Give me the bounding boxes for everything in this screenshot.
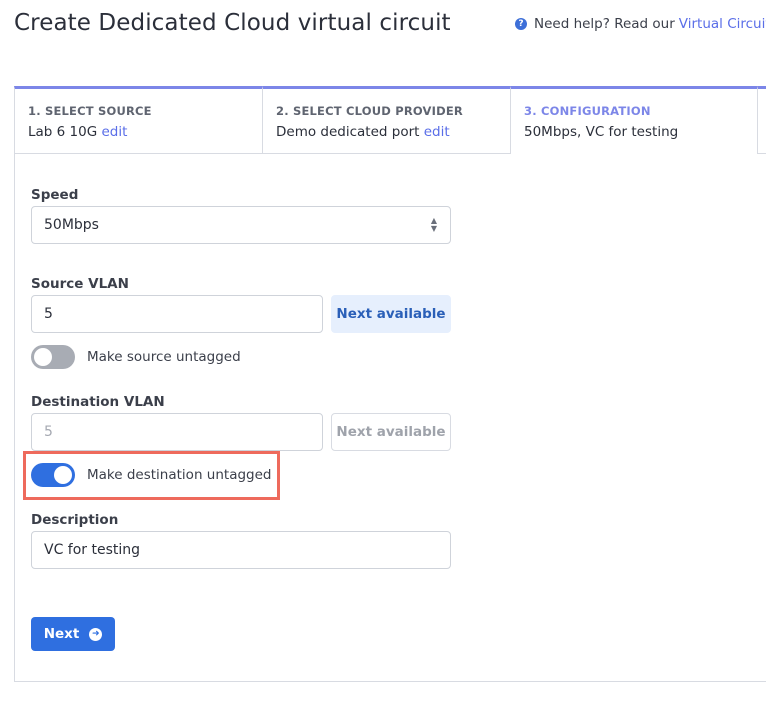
speed-label: Speed: [31, 187, 79, 203]
arrow-right-circle-icon: ➜: [89, 627, 103, 641]
source-vlan-value: 5: [44, 306, 53, 322]
source-untagged-row: Make source untagged: [31, 345, 241, 369]
destination-vlan-value: 5: [44, 424, 53, 440]
step-label: 3. CONFIGURATION: [524, 104, 651, 118]
help-text: ? Need help? Read our Virtual Circuits: [515, 16, 766, 32]
next-button-label: Next: [43, 626, 80, 642]
step-tab-select-source[interactable]: 1. SELECT SOURCE Lab 6 10G edit: [14, 86, 262, 154]
next-button[interactable]: Next ➜: [31, 617, 115, 651]
description-label: Description: [31, 512, 119, 528]
page-title: Create Dedicated Cloud virtual circuit: [14, 10, 451, 36]
highlight-box: [23, 451, 280, 500]
select-arrows-icon: ▲ ▼: [430, 216, 438, 233]
description-value: VC for testing: [44, 542, 141, 558]
source-untagged-toggle[interactable]: [31, 345, 75, 369]
edit-source-link[interactable]: edit: [101, 124, 127, 140]
step-value: 50Mbps, VC for testing: [524, 124, 757, 140]
step-label: 1. SELECT SOURCE: [28, 104, 152, 118]
help-prefix: Need help? Read our: [534, 16, 675, 32]
speed-value: 50Mbps: [44, 217, 99, 233]
step-value-text: Lab 6 10G: [28, 124, 98, 140]
step-value-text: 50Mbps, VC for testing: [524, 124, 679, 140]
destination-vlan-label: Destination VLAN: [31, 394, 165, 410]
step-label: 2. SELECT CLOUD PROVIDER: [276, 104, 463, 118]
step-tab-configuration[interactable]: 3. CONFIGURATION 50Mbps, VC for testing: [510, 86, 758, 154]
description-input[interactable]: VC for testing: [31, 531, 451, 569]
step-tab-select-cloud-provider[interactable]: 2. SELECT CLOUD PROVIDER Demo dedicated …: [262, 86, 510, 154]
step-tab-overflow: [758, 86, 766, 154]
step-value: Demo dedicated port edit: [276, 124, 510, 140]
source-vlan-input[interactable]: 5: [31, 295, 323, 333]
speed-select[interactable]: 50Mbps ▲ ▼: [31, 206, 451, 244]
destination-next-available-button[interactable]: Next available: [331, 413, 451, 451]
edit-cloud-provider-link[interactable]: edit: [424, 124, 450, 140]
source-vlan-label: Source VLAN: [31, 276, 129, 292]
step-value-text: Demo dedicated port: [276, 124, 420, 140]
virtual-circuits-link[interactable]: Virtual Circuits: [679, 16, 766, 32]
source-untagged-label: Make source untagged: [87, 349, 241, 365]
toggle-knob: [34, 348, 52, 366]
destination-vlan-input[interactable]: 5: [31, 413, 323, 451]
question-circle-icon: ?: [515, 18, 527, 30]
source-next-available-button[interactable]: Next available: [331, 295, 451, 333]
step-value: Lab 6 10G edit: [28, 124, 262, 140]
